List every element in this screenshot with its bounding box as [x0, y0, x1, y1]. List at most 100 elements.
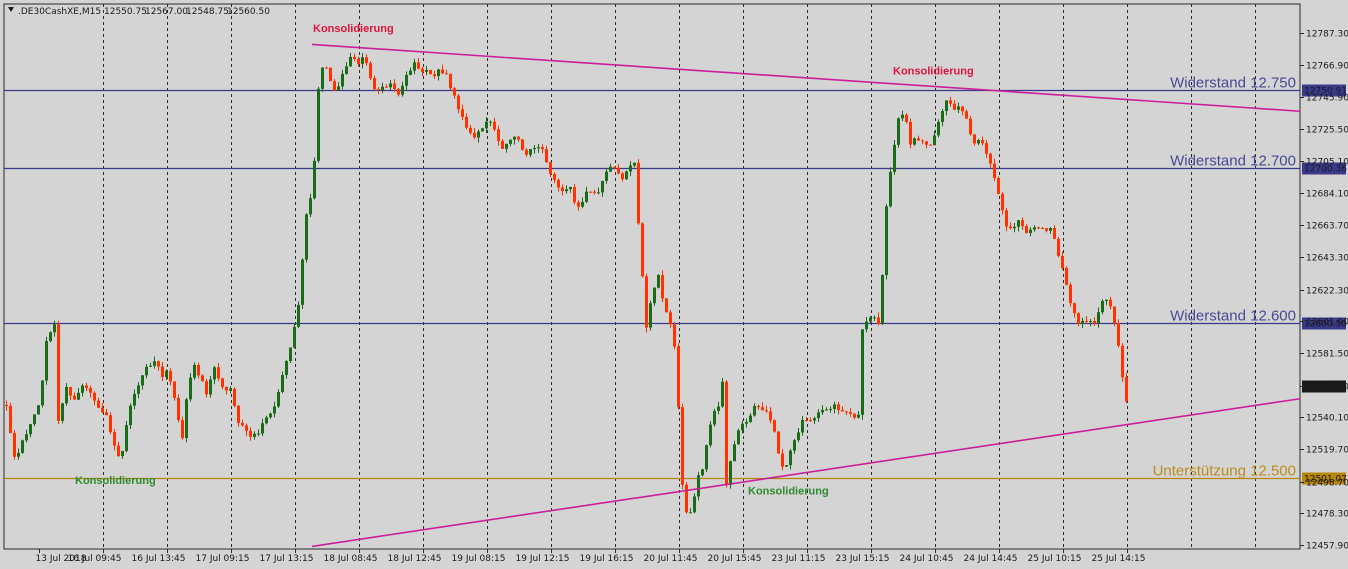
price-tick-label: 12622.30	[1306, 287, 1348, 297]
candle-body	[601, 180, 604, 193]
candle-body	[465, 116, 468, 128]
candle-body	[73, 395, 76, 400]
candle-body	[869, 317, 872, 322]
candle-body	[1073, 303, 1076, 314]
candle-body	[525, 149, 528, 155]
time-tick-label: 23 Jul 11:15	[772, 554, 826, 564]
candle-body	[665, 298, 668, 313]
candle-body	[745, 421, 748, 424]
candle-body	[497, 129, 500, 141]
candle-body	[117, 445, 120, 457]
time-tick-label: 23 Jul 15:15	[836, 554, 890, 564]
candle-body	[529, 149, 532, 155]
candle-body	[549, 162, 552, 175]
candle-body	[661, 275, 664, 299]
candle-body	[53, 324, 56, 333]
time-tick-label: 20 Jul 11:45	[644, 554, 698, 564]
candle-body	[373, 78, 376, 90]
candle-body	[885, 206, 888, 276]
candle-body	[425, 69, 428, 72]
candle-body	[277, 391, 280, 407]
candle-body	[1105, 299, 1108, 302]
candle-body	[785, 465, 788, 467]
candle-body	[829, 408, 832, 410]
candle-body	[609, 166, 612, 172]
candle-body	[145, 366, 148, 376]
candle-body	[969, 118, 972, 135]
candle-body	[225, 386, 228, 391]
candle-body	[469, 127, 472, 133]
plot-area	[3, 3, 1301, 550]
candle-body	[713, 410, 716, 425]
candle-body	[637, 162, 640, 224]
candle-body	[77, 392, 80, 400]
candle-body	[393, 83, 396, 89]
candle-body	[41, 380, 44, 406]
candle-body	[989, 153, 992, 164]
annotation-label: Konsolidierung	[75, 475, 156, 487]
candle-body	[1069, 284, 1072, 304]
time-tick-label: 24 Jul 10:45	[900, 554, 954, 564]
candle-body	[1057, 238, 1060, 256]
candle-body	[241, 422, 244, 426]
chart-window[interactable]: Widerstand 12.750 12750.91 Widerstand 12.7…	[0, 0, 1348, 569]
candle-body	[333, 81, 336, 91]
candle-body	[805, 419, 808, 421]
candlestick-chart[interactable]: Widerstand 12.750 12750.91Widerstand 12.7…	[0, 0, 1348, 569]
candle-body	[997, 178, 1000, 194]
candle-body	[21, 440, 24, 453]
candle-body	[725, 381, 728, 486]
candle-body	[193, 364, 196, 378]
candle-body	[617, 167, 620, 174]
candle-body	[441, 69, 444, 74]
candle-body	[177, 397, 180, 421]
ohlc-close: 12560.50	[227, 7, 270, 17]
candle-body	[481, 128, 484, 132]
candle-body	[97, 400, 100, 408]
time-tick-label: 16 Jul 13:45	[132, 554, 186, 564]
candle-body	[1029, 229, 1032, 234]
candle-body	[429, 69, 432, 75]
candle-body	[877, 317, 880, 324]
candle-body	[45, 341, 48, 381]
candle-body	[65, 386, 68, 404]
candle-body	[449, 73, 452, 89]
candle-body	[17, 452, 20, 457]
candle-body	[229, 388, 232, 391]
time-tick-label: 20 Jul 15:45	[708, 554, 762, 564]
candle-body	[537, 147, 540, 149]
candle-body	[509, 139, 512, 144]
candle-body	[733, 444, 736, 462]
candle-body	[977, 140, 980, 144]
time-tick-label: 19 Jul 08:15	[452, 554, 506, 564]
candle-body	[1077, 313, 1080, 324]
candle-body	[493, 121, 496, 130]
price-tick-label: 12745.90	[1306, 94, 1348, 104]
candle-body	[201, 375, 204, 382]
candle-body	[581, 201, 584, 207]
candle-body	[349, 56, 352, 67]
candle-body	[913, 138, 916, 145]
candle-body	[221, 378, 224, 387]
time-tick-label: 16 Jul 09:45	[68, 554, 122, 564]
candle-body	[513, 136, 516, 140]
level-label: Unterstützung 12.500	[1153, 463, 1296, 480]
candle-body	[285, 360, 288, 375]
candle-body	[837, 404, 840, 410]
candle-body	[337, 86, 340, 91]
candle-body	[685, 484, 688, 513]
candle-body	[405, 74, 408, 86]
candle-body	[813, 418, 816, 421]
price-tick-label: 12601.90	[1306, 318, 1348, 328]
candle-body	[1061, 255, 1064, 268]
candle-body	[101, 407, 104, 413]
candle-body	[653, 287, 656, 304]
candle-body	[9, 405, 12, 434]
candle-body	[613, 166, 616, 168]
candle-body	[245, 425, 248, 431]
time-tick-label: 25 Jul 14:15	[1092, 554, 1146, 564]
candle-body	[505, 143, 508, 149]
candle-body	[973, 134, 976, 144]
price-tick-label: 12663.70	[1306, 222, 1348, 232]
candle-body	[361, 57, 364, 64]
